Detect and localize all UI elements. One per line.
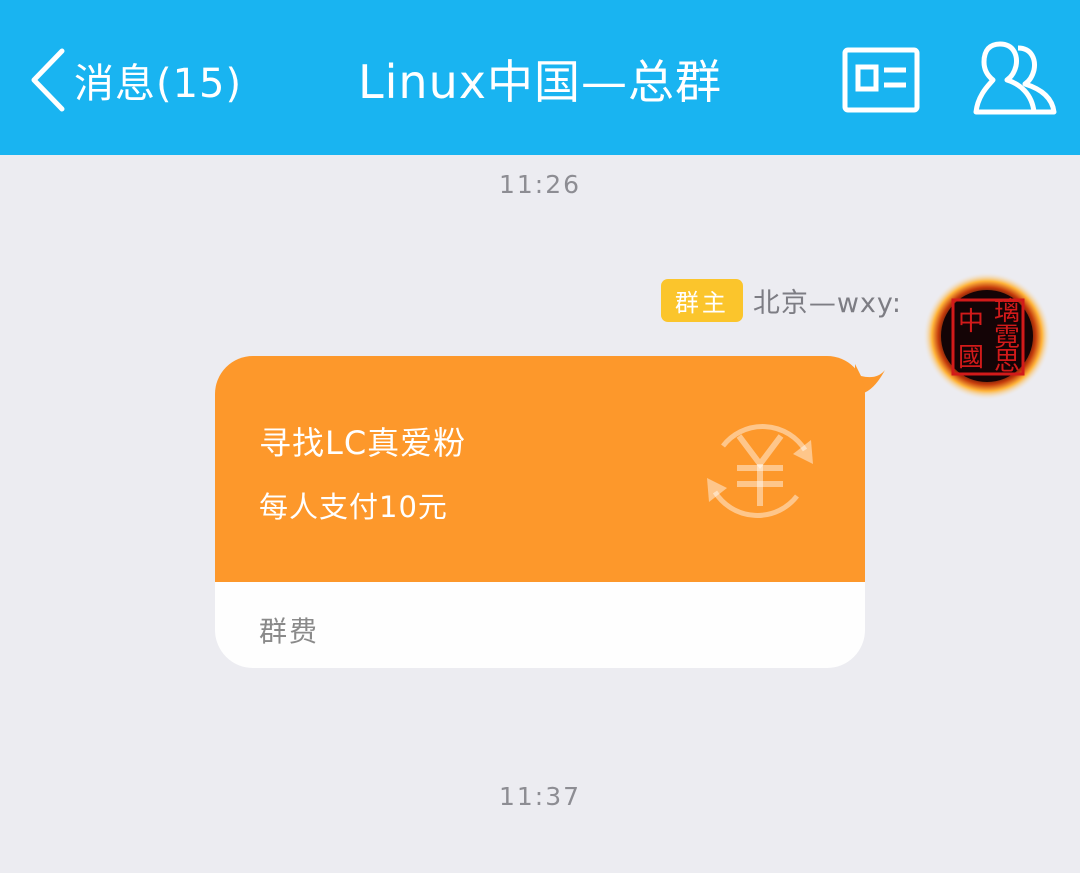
sender-row: 群主 北京—wxy: [660,279,902,322]
card-footer-label: 群费 [259,615,320,648]
avatar-seal-char: 中 [958,307,984,337]
group-members-button[interactable] [970,38,1060,118]
group-members-icon [970,41,1060,122]
id-card-icon [842,47,920,117]
chevron-left-icon [28,45,68,115]
message-timestamp: 11:37 [498,782,582,811]
yuan-refresh-icon [695,406,825,540]
back-button[interactable]: 消息(15) [28,40,242,120]
chat-title: Linux中国—总群 [358,55,722,109]
sender-name: 北京—wxy: [752,288,902,319]
avatar-seal-char: 國 [958,343,984,373]
group-fee-card[interactable]: 寻找LC真爱粉 每人支付10元 群费 [215,356,865,668]
avatar-seal-char: 思 [994,347,1020,377]
group-profile-button[interactable] [842,47,920,113]
avatar[interactable]: 中 國 璃 霓 思 [921,270,1053,402]
message-timestamp: 11:26 [498,170,582,199]
role-badge: 群主 [660,279,743,322]
group-fee-card-body: 寻找LC真爱粉 每人支付10元 [215,356,865,582]
top-bar: 消息(15) Linux中国—总群 [0,0,1080,155]
card-title: 寻找LC真爱粉 [259,424,467,462]
group-fee-card-footer: 群费 [215,582,865,668]
back-label: 消息(15) [74,61,243,107]
card-subtitle: 每人支付10元 [259,490,448,524]
